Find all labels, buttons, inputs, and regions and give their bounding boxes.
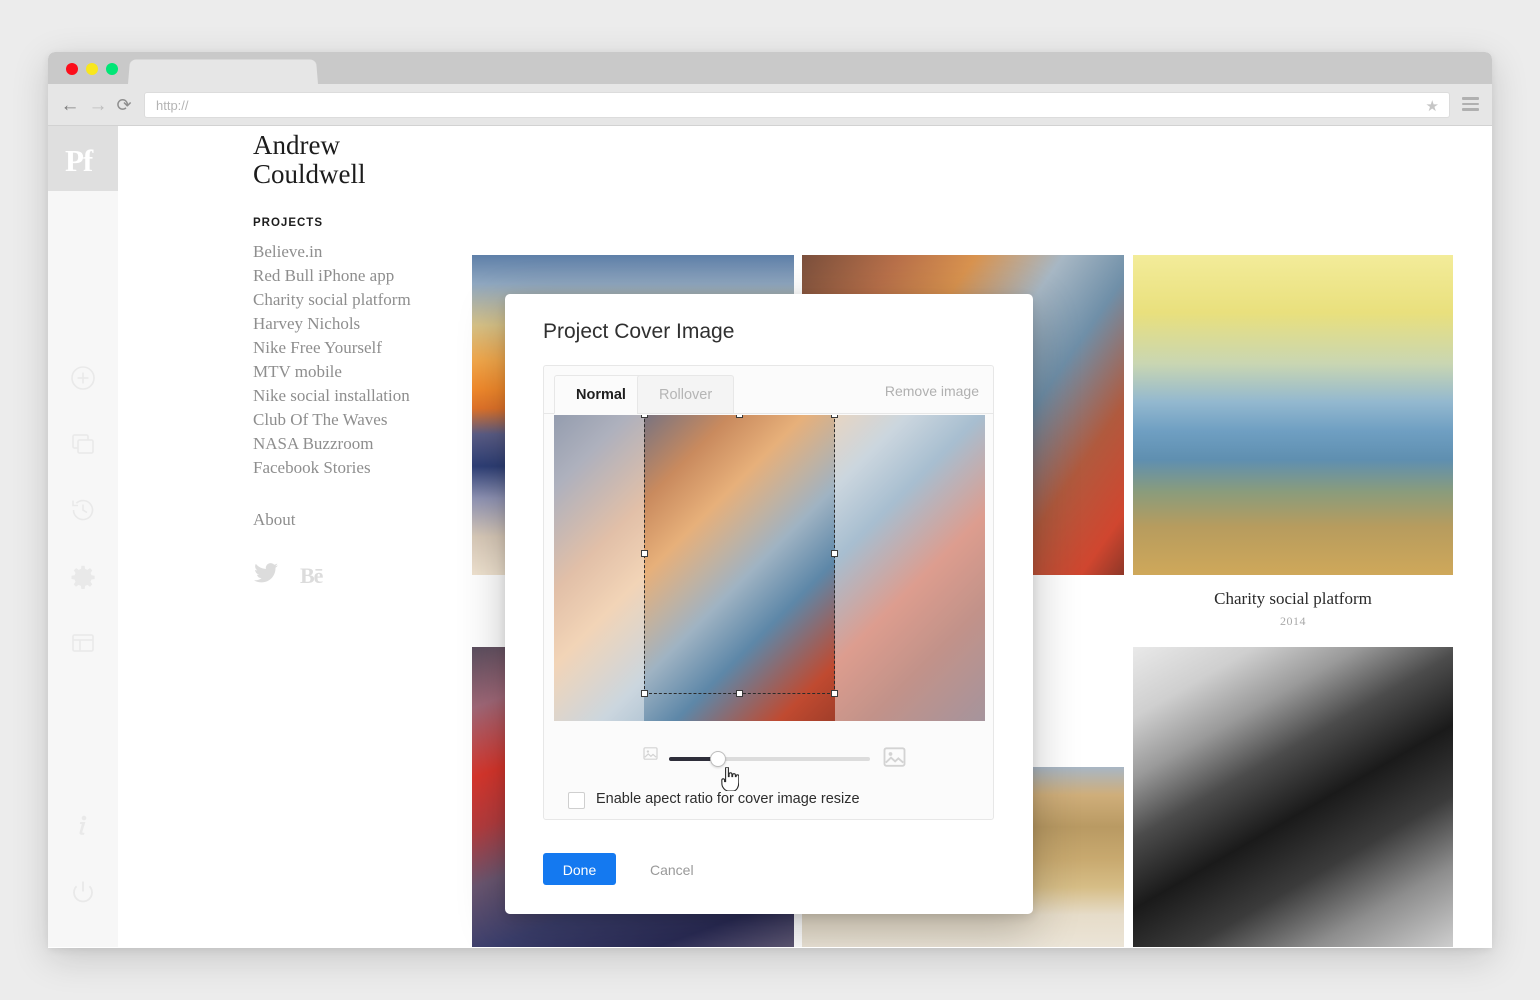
crop-handle-se[interactable]: [831, 690, 838, 697]
aspect-ratio-checkbox[interactable]: [568, 792, 585, 809]
crop-handle-ne[interactable]: [831, 415, 838, 418]
browser-tab[interactable]: [128, 59, 318, 84]
window-minimize-button[interactable]: [86, 63, 98, 75]
editor-tab-bar: Normal Rollover Remove image: [544, 366, 993, 414]
zoom-slider-thumb[interactable]: [710, 751, 726, 767]
dialog-title: Project Cover Image: [543, 320, 735, 343]
window-close-button[interactable]: [66, 63, 78, 75]
crop-handle-w[interactable]: [641, 550, 648, 557]
address-bar[interactable]: http:// ★: [144, 92, 1450, 118]
tab-rollover[interactable]: Rollover: [637, 375, 735, 414]
image-small-icon: [643, 747, 658, 765]
crop-dim-right: [835, 415, 985, 721]
crop-handle-e[interactable]: [831, 550, 838, 557]
cancel-button[interactable]: Cancel: [644, 853, 700, 885]
address-bar-text: http://: [156, 98, 189, 113]
crop-handle-sw[interactable]: [641, 690, 648, 697]
modal-overlay: Project Cover Image Normal Rollover Remo…: [48, 126, 1492, 947]
forward-icon[interactable]: →: [88, 96, 108, 116]
crop-selection-box[interactable]: [641, 415, 838, 697]
project-cover-image-dialog: Project Cover Image Normal Rollover Remo…: [505, 294, 1033, 914]
cover-image-editor: Normal Rollover Remove image Enable apec…: [543, 365, 994, 820]
crop-handle-s[interactable]: [735, 690, 743, 697]
reload-icon[interactable]: ⟳: [114, 96, 134, 116]
image-large-icon: [883, 747, 906, 772]
crop-dim-left: [554, 415, 644, 721]
aspect-ratio-label: Enable apect ratio for cover image resiz…: [596, 791, 860, 807]
window-zoom-button[interactable]: [106, 63, 118, 75]
tab-normal[interactable]: Normal: [554, 375, 648, 414]
remove-image-link[interactable]: Remove image: [885, 383, 979, 399]
mouse-cursor-icon: [719, 766, 740, 792]
app-viewport: Pf Andrew Couldwell PROJECTS Believe.in …: [48, 126, 1492, 947]
browser-window: ← → ⟳ http:// ★ Pf Andrew Couldwell PROJ…: [48, 52, 1492, 948]
crop-handle-nw[interactable]: [641, 415, 648, 418]
browser-tab-strip: [48, 52, 1492, 84]
hamburger-menu-icon[interactable]: [1462, 97, 1479, 111]
crop-stage[interactable]: [554, 415, 985, 721]
zoom-control-row: [544, 741, 995, 792]
back-icon[interactable]: ←: [60, 96, 80, 116]
bookmark-star-icon[interactable]: ★: [1426, 97, 1439, 115]
crop-handle-n[interactable]: [735, 415, 743, 418]
browser-toolbar: ← → ⟳ http:// ★: [48, 84, 1492, 126]
done-button[interactable]: Done: [543, 853, 616, 885]
